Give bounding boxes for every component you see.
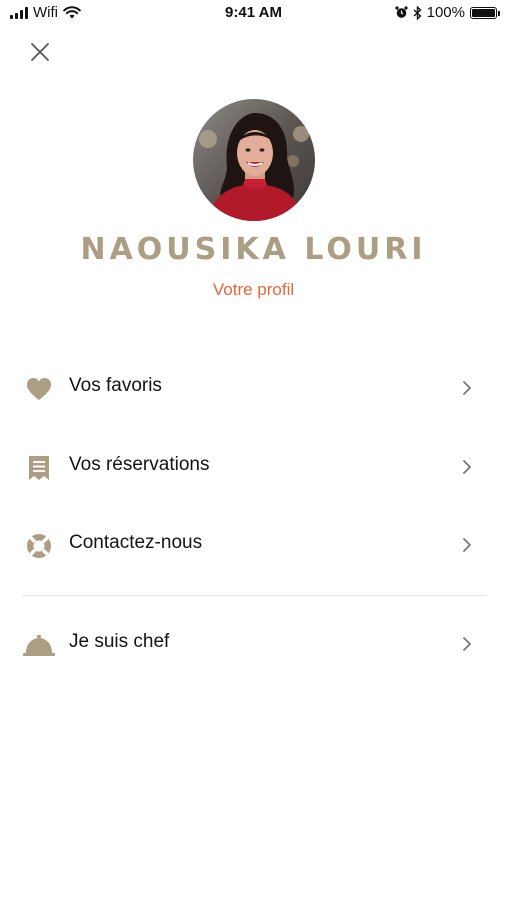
menu-item-reservations[interactable]: Vos réservations <box>0 437 507 497</box>
bluetooth-icon <box>413 5 422 20</box>
service-bell-icon <box>23 635 55 656</box>
battery-icon <box>470 6 500 19</box>
menu-item-label: Vos réservations <box>69 454 210 475</box>
lifebuoy-icon <box>27 534 51 558</box>
menu-item-label: Je suis chef <box>69 631 170 652</box>
menu-item-favorites[interactable]: Vos favoris <box>0 358 507 418</box>
chevron-right-icon <box>463 538 471 552</box>
chevron-right-icon <box>463 460 471 474</box>
profile-link[interactable]: Votre profil <box>0 280 507 300</box>
menu-item-label: Vos favoris <box>69 375 162 396</box>
avatar <box>193 99 315 221</box>
receipt-icon <box>29 456 49 480</box>
menu-item-chef[interactable]: Je suis chef <box>0 614 507 674</box>
battery-percent: 100% <box>426 4 465 21</box>
user-name: NAOUSIKA LOURI <box>80 232 427 267</box>
chevron-right-icon <box>463 381 471 395</box>
status-right: 100% <box>395 4 500 21</box>
heart-icon <box>27 378 51 400</box>
close-icon[interactable] <box>28 40 52 64</box>
status-bar: Wifi 9:41 AM 100% <box>0 0 507 28</box>
menu-item-label: Contactez-nous <box>69 532 203 553</box>
divider <box>22 595 487 596</box>
avatar-photo <box>193 99 315 221</box>
menu-item-contact[interactable]: Contactez-nous <box>0 515 507 575</box>
chevron-right-icon <box>463 637 471 651</box>
alarm-icon <box>395 6 408 18</box>
